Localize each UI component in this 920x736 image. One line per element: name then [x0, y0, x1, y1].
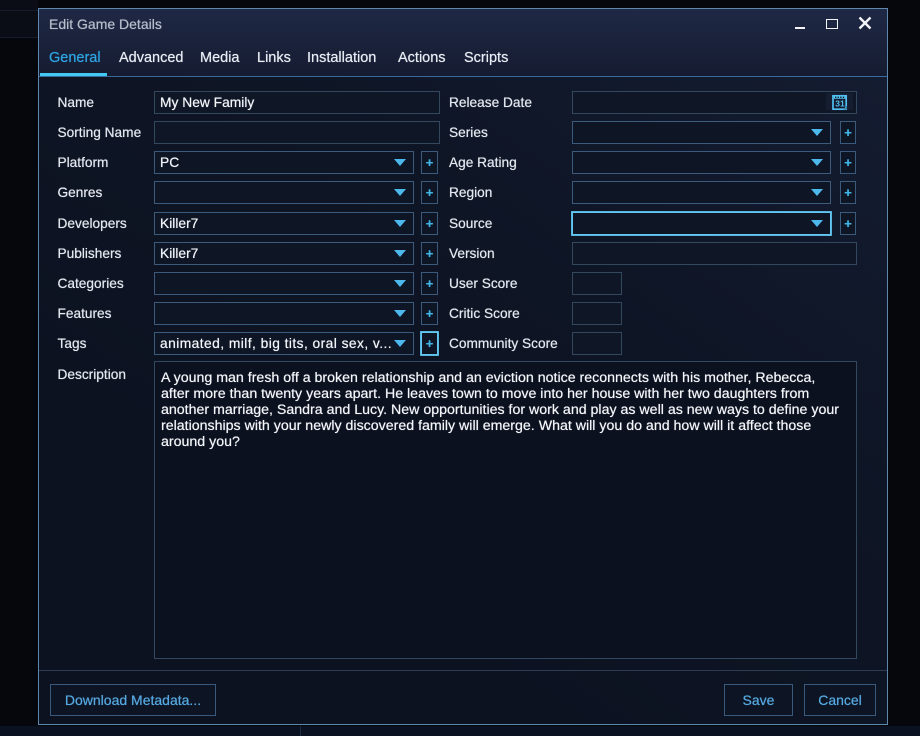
- svg-text:31: 31: [835, 98, 845, 108]
